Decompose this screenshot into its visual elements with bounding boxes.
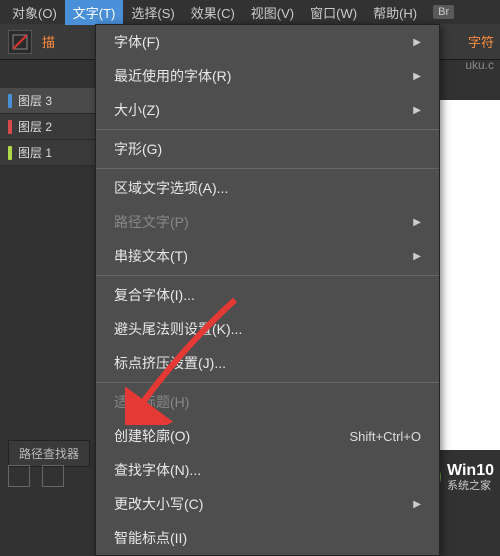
menu-composite-fonts[interactable]: 复合字体(I)... bbox=[96, 278, 439, 312]
menu-window[interactable]: 窗口(W) bbox=[302, 0, 365, 25]
menu-kinsoku-settings[interactable]: 避头尾法则设置(K)... bbox=[96, 312, 439, 346]
menu-fit-headline: 适合标题(H) bbox=[96, 385, 439, 419]
menu-size[interactable]: 大小(Z)▶ bbox=[96, 93, 439, 127]
shortcut-text: Shift+Ctrl+O bbox=[349, 429, 421, 444]
menu-separator bbox=[96, 382, 439, 383]
menu-separator bbox=[96, 129, 439, 130]
menu-help[interactable]: 帮助(H) bbox=[365, 0, 425, 25]
menu-mojikumi-settings[interactable]: 标点挤压设置(J)... bbox=[96, 346, 439, 380]
no-fill-icon[interactable] bbox=[8, 30, 32, 54]
layer-row[interactable]: 图层 3 bbox=[0, 88, 95, 114]
pathfinder-tab[interactable]: 路径查找器 bbox=[8, 440, 90, 467]
menu-path-type: 路径文字(P)▶ bbox=[96, 205, 439, 239]
layer-row[interactable]: 图层 1 bbox=[0, 140, 95, 166]
menu-view[interactable]: 视图(V) bbox=[243, 0, 302, 25]
chevron-right-icon: ▶ bbox=[413, 251, 421, 262]
url-fragment: uku.c bbox=[465, 58, 494, 72]
bridge-badge[interactable]: Br bbox=[433, 5, 454, 19]
chevron-right-icon: ▶ bbox=[413, 105, 421, 116]
menu-select[interactable]: 选择(S) bbox=[123, 0, 182, 25]
layers-panel: 图层 3 图层 2 图层 1 bbox=[0, 88, 95, 166]
watermark-subtitle: 系统之家 bbox=[447, 480, 494, 492]
menu-separator bbox=[96, 275, 439, 276]
menu-glyphs[interactable]: 字形(G) bbox=[96, 132, 439, 166]
menu-effect[interactable]: 效果(C) bbox=[183, 0, 243, 25]
chevron-right-icon: ▶ bbox=[413, 71, 421, 82]
menu-separator bbox=[96, 168, 439, 169]
menu-create-outlines[interactable]: 创建轮廓(O)Shift+Ctrl+O bbox=[96, 419, 439, 453]
character-label[interactable]: 字符 bbox=[468, 32, 494, 51]
menu-object[interactable]: 对象(O) bbox=[4, 0, 65, 25]
stroke-label: 描 bbox=[42, 32, 55, 51]
pathfinder-icons bbox=[8, 465, 64, 487]
chevron-right-icon: ▶ bbox=[413, 499, 421, 510]
menu-recent-fonts[interactable]: 最近使用的字体(R)▶ bbox=[96, 59, 439, 93]
pathfinder-minus-icon[interactable] bbox=[42, 465, 64, 487]
watermark-brand: Win10 bbox=[447, 462, 494, 480]
menubar: 对象(O) 文字(T) 选择(S) 效果(C) 视图(V) 窗口(W) 帮助(H… bbox=[0, 0, 500, 24]
chevron-right-icon: ▶ bbox=[413, 217, 421, 228]
pathfinder-unite-icon[interactable] bbox=[8, 465, 30, 487]
text-menu-dropdown: 字体(F)▶ 最近使用的字体(R)▶ 大小(Z)▶ 字形(G) 区域文字选项(A… bbox=[95, 24, 440, 556]
menu-change-case[interactable]: 更改大小写(C)▶ bbox=[96, 487, 439, 521]
menu-area-type-options[interactable]: 区域文字选项(A)... bbox=[96, 171, 439, 205]
layer-row[interactable]: 图层 2 bbox=[0, 114, 95, 140]
menu-font[interactable]: 字体(F)▶ bbox=[96, 25, 439, 59]
menu-smart-punctuation[interactable]: 智能标点(II) bbox=[96, 521, 439, 555]
menu-find-font[interactable]: 查找字体(N)... bbox=[96, 453, 439, 487]
menu-text[interactable]: 文字(T) bbox=[65, 0, 124, 25]
menu-threaded-text[interactable]: 串接文本(T)▶ bbox=[96, 239, 439, 273]
chevron-right-icon: ▶ bbox=[413, 37, 421, 48]
